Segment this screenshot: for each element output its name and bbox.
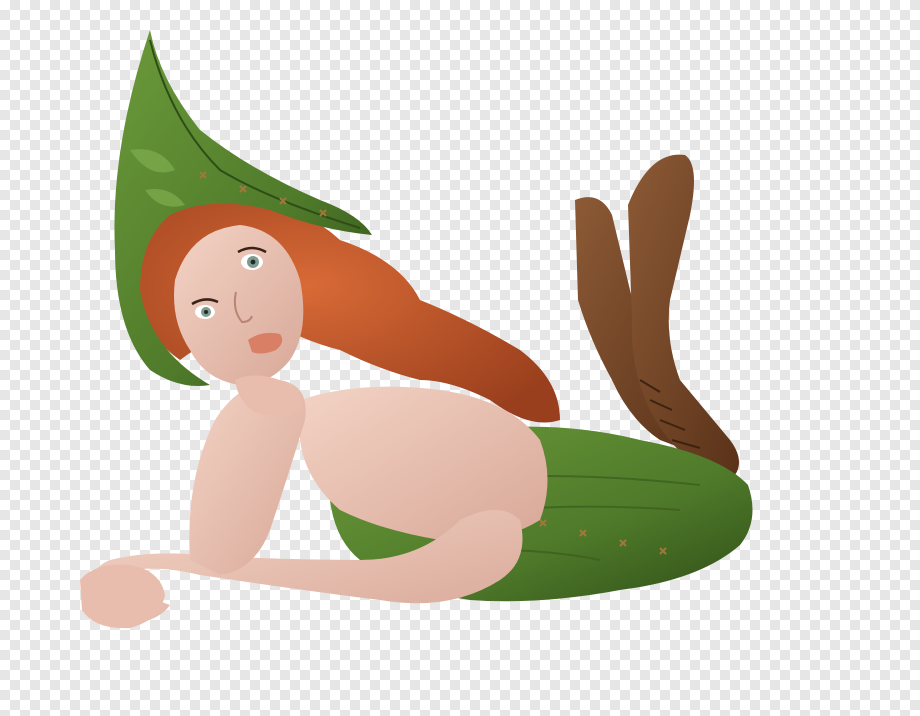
elf-girl-illustration (80, 30, 753, 629)
transparent-checkerboard-background (0, 0, 920, 716)
face (174, 225, 304, 385)
boots (575, 154, 739, 476)
